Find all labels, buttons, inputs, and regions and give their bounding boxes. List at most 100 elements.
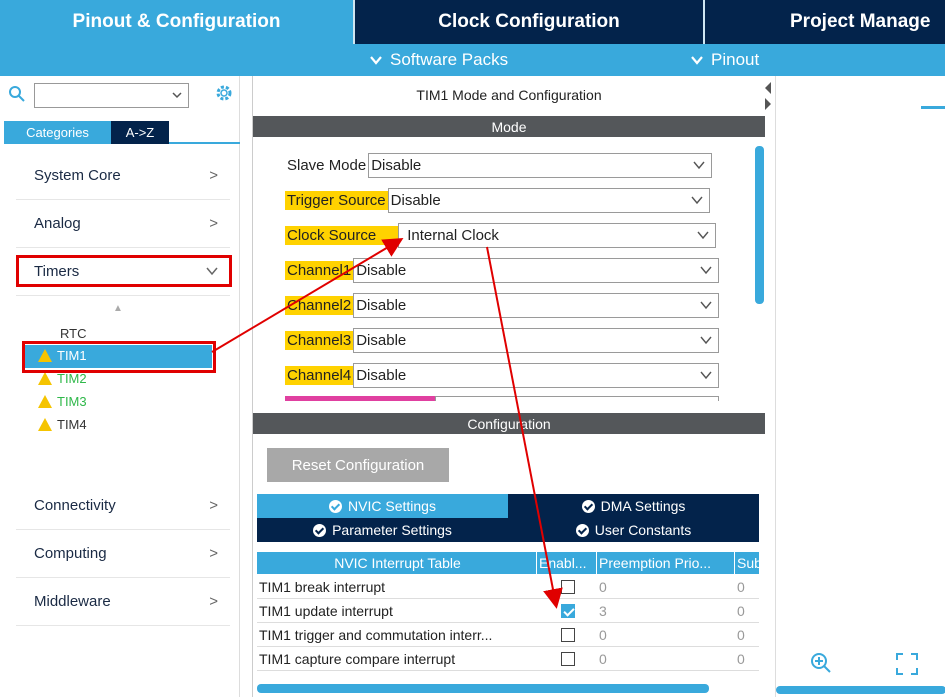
preemption-priority[interactable]: 0 — [597, 647, 735, 671]
sidebar: Categories A->Z System Core > Analog > Tim… — [0, 76, 240, 697]
category-middleware[interactable]: Middleware > — [16, 578, 230, 626]
enable-checkbox[interactable] — [561, 579, 575, 594]
channel2-select[interactable]: Disable — [353, 293, 720, 318]
pinout-label: Pinout — [711, 50, 760, 69]
sort-icon[interactable]: ▲ — [113, 303, 123, 314]
chevron-down-icon — [690, 50, 704, 70]
preemption-priority[interactable]: 3 — [597, 599, 735, 623]
sub-priority[interactable]: 0 — [735, 623, 759, 647]
tab-user-constants[interactable]: User Constants — [508, 518, 759, 542]
category-label: Connectivity — [34, 497, 116, 514]
chip-view-edge — [921, 106, 945, 109]
field-label: Channel4 — [285, 366, 354, 385]
mode-header: Mode — [253, 116, 765, 137]
tab-clock-configuration[interactable]: Clock Configuration — [355, 0, 703, 44]
search-input[interactable] — [34, 83, 189, 108]
enable-checkbox[interactable] — [561, 651, 575, 666]
category-analog[interactable]: Analog > — [16, 200, 230, 248]
column-header[interactable]: Enabl... — [537, 552, 597, 574]
pinout-view-panel — [775, 76, 945, 697]
panel-collapse-handle[interactable] — [763, 80, 771, 118]
chevron-right-icon: > — [209, 167, 218, 184]
tab-pinout-configuration[interactable]: Pinout & Configuration — [0, 0, 353, 44]
annotation-box-timers — [16, 255, 232, 287]
chevron-down-icon — [700, 332, 712, 349]
trigger-source-select[interactable]: Disable — [387, 188, 710, 213]
category-label: Computing — [34, 545, 107, 562]
clock-source-row: Clock Source Internal Clock — [285, 222, 717, 249]
view-horizontal-scrollbar[interactable] — [776, 686, 945, 694]
mode-configuration-panel: TIM1 Mode and Configuration Mode Slave M… — [252, 76, 774, 697]
enable-checkbox[interactable] — [561, 603, 575, 618]
software-packs-menu[interactable]: Software Packs — [369, 44, 508, 76]
enable-checkbox[interactable] — [561, 627, 575, 642]
channel1-select[interactable]: Disable — [353, 258, 720, 283]
warning-icon — [38, 418, 52, 431]
chevron-down-icon — [691, 192, 703, 209]
table-row: TIM1 capture compare interrupt 0 0 — [257, 647, 759, 671]
sub-priority[interactable]: 0 — [735, 575, 759, 599]
timer-item-rtc[interactable]: RTC — [60, 326, 86, 341]
chevron-down-icon — [700, 297, 712, 314]
fit-screen-icon[interactable] — [896, 653, 918, 678]
chevron-down-icon[interactable] — [171, 88, 183, 104]
tab-nvic-settings[interactable]: NVIC Settings — [257, 494, 508, 518]
field-label: Trigger Source — [285, 191, 388, 210]
check-circle-icon — [575, 523, 589, 537]
check-circle-icon — [581, 499, 595, 513]
field-label: Clock Source — [285, 226, 399, 245]
preemption-priority[interactable]: 0 — [597, 575, 735, 599]
slave-mode-row: Slave Mode Disable — [285, 152, 713, 179]
table-row: TIM1 break interrupt 0 0 — [257, 575, 759, 599]
interrupt-name: TIM1 capture compare interrupt — [259, 650, 456, 667]
sub-priority[interactable]: 0 — [735, 647, 759, 671]
column-header[interactable]: NVIC Interrupt Table — [257, 552, 537, 574]
category-tab-bar: Categories A->Z — [4, 121, 240, 144]
interrupt-name: TIM1 trigger and commutation interr... — [259, 626, 493, 643]
clock-source-select[interactable]: Internal Clock — [398, 223, 717, 248]
column-header[interactable]: Preemption Prio... — [597, 552, 735, 574]
channel4-row: Channel4 Disable — [285, 362, 720, 389]
warning-icon — [38, 395, 52, 408]
sub-priority[interactable]: 0 — [735, 599, 759, 623]
timer-item-tim3[interactable]: TIM3 — [38, 394, 87, 409]
chevron-right-icon: > — [209, 497, 218, 514]
mode-scrollbar[interactable] — [755, 146, 764, 304]
annotation-box-tim1 — [22, 341, 216, 373]
tab-dma-settings[interactable]: DMA Settings — [508, 494, 759, 518]
slave-mode-select[interactable]: Disable — [368, 153, 713, 178]
channel3-select[interactable]: Disable — [353, 328, 720, 353]
tab-categories[interactable]: Categories — [4, 121, 111, 144]
preemption-priority[interactable]: 0 — [597, 623, 735, 647]
zoom-in-icon[interactable] — [810, 652, 832, 677]
nvic-table-header: NVIC Interrupt Table Enabl... Preemption… — [257, 552, 759, 574]
pinout-menu[interactable]: Pinout — [690, 44, 759, 76]
category-label: System Core — [34, 167, 121, 184]
chevron-down-icon — [700, 367, 712, 384]
reset-configuration-button[interactable]: Reset Configuration — [267, 448, 449, 482]
partial-field-highlight — [285, 396, 435, 401]
tab-project-manager[interactable]: Project Manage — [705, 0, 945, 44]
timer-item-tim4[interactable]: TIM4 — [38, 417, 87, 432]
timer-item-tim2[interactable]: TIM2 — [38, 371, 87, 386]
category-computing[interactable]: Computing > — [16, 530, 230, 578]
search-icon[interactable] — [8, 85, 26, 106]
column-header[interactable]: Sub — [735, 552, 759, 574]
category-connectivity[interactable]: Connectivity > — [16, 482, 230, 530]
chevron-down-icon — [369, 50, 383, 70]
warning-icon — [38, 372, 52, 385]
table-row: TIM1 trigger and commutation interr... 0… — [257, 623, 759, 647]
channel4-select[interactable]: Disable — [353, 363, 720, 388]
chevron-right-icon: > — [209, 545, 218, 562]
category-system-core[interactable]: System Core > — [16, 152, 230, 200]
partial-select — [435, 396, 719, 401]
chevron-right-icon: > — [209, 593, 218, 610]
table-horizontal-scrollbar[interactable] — [257, 684, 709, 693]
tab-a-to-z[interactable]: A->Z — [111, 121, 169, 144]
tab-parameter-settings[interactable]: Parameter Settings — [257, 518, 508, 542]
chevron-down-icon — [700, 262, 712, 279]
table-row: TIM1 update interrupt 3 0 — [257, 599, 759, 623]
gear-icon[interactable] — [214, 83, 234, 106]
panel-title: TIM1 Mode and Configuration — [416, 87, 602, 103]
configuration-header: Configuration — [253, 413, 765, 434]
